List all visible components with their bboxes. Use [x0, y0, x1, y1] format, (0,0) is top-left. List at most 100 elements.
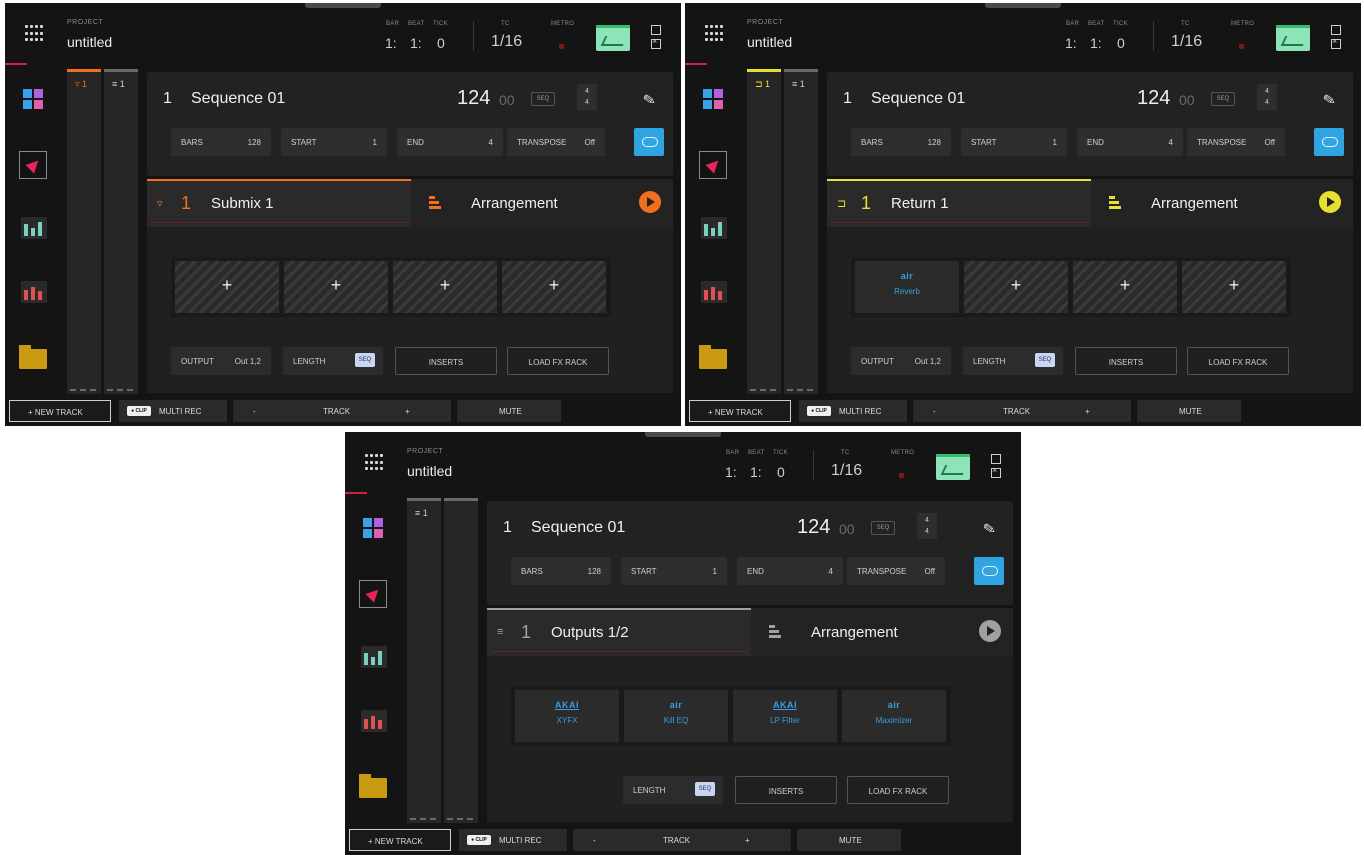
- close-window-icon[interactable]: [991, 465, 1001, 478]
- loop-icon[interactable]: [974, 557, 1004, 585]
- transpose-field[interactable]: TRANSPOSE Off: [847, 557, 945, 585]
- arrangement-header[interactable]: Arrangement: [751, 608, 1013, 656]
- length-selector[interactable]: LENGTH SEQ: [963, 347, 1063, 375]
- metronome-indicator[interactable]: [559, 44, 564, 49]
- tc-value[interactable]: 1/16: [831, 462, 862, 480]
- close-window-icon[interactable]: [1331, 36, 1341, 49]
- close-window-icon[interactable]: [651, 36, 661, 49]
- menu-grid-icon[interactable]: [25, 25, 43, 43]
- grid-view-icon[interactable]: [23, 89, 43, 109]
- time-signature[interactable]: 44: [577, 84, 597, 110]
- arrow-mode-icon[interactable]: [359, 580, 387, 608]
- project-name[interactable]: untitled: [67, 34, 112, 50]
- bar-value[interactable]: 1:: [385, 35, 397, 51]
- beat-value[interactable]: 1:: [750, 464, 762, 480]
- play-icon[interactable]: [1319, 191, 1341, 213]
- load-fx-rack-button[interactable]: LOAD FX RACK: [1187, 347, 1289, 375]
- track-name[interactable]: Submix 1: [211, 195, 274, 212]
- tc-value[interactable]: 1/16: [1171, 33, 1202, 51]
- mixer-icon[interactable]: [701, 217, 727, 239]
- tick-value[interactable]: 0: [437, 35, 445, 51]
- tempo-source-badge[interactable]: SEQ: [1211, 92, 1235, 106]
- tick-value[interactable]: 0: [777, 464, 785, 480]
- multi-rec-button[interactable]: ● CLIP MULTI REC: [459, 829, 567, 851]
- mixer-icon[interactable]: [361, 646, 387, 668]
- sequence-name[interactable]: Sequence 01: [531, 519, 625, 537]
- start-field[interactable]: START 1: [281, 128, 387, 156]
- end-field[interactable]: END 4: [397, 128, 503, 156]
- beat-value[interactable]: 1:: [410, 35, 422, 51]
- fx-slot-empty[interactable]: +: [1073, 261, 1177, 313]
- pencil-icon[interactable]: ✎: [982, 519, 997, 539]
- fx-slot-xyfx[interactable]: AKAI XYFX: [515, 690, 619, 742]
- new-track-button[interactable]: + NEW TRACK: [349, 829, 451, 851]
- loop-icon[interactable]: [634, 128, 664, 156]
- channel-mixer-icon[interactable]: [701, 281, 727, 303]
- arrangement-header[interactable]: Arrangement: [411, 179, 673, 227]
- grid-view-icon[interactable]: [703, 89, 723, 109]
- fx-slot-maximizer[interactable]: air Maximizer: [842, 690, 946, 742]
- bars-field[interactable]: BARS 128: [511, 557, 611, 585]
- arrangement-header[interactable]: Arrangement: [1091, 179, 1353, 227]
- track-header[interactable]: ⊐ 1 Return 1: [827, 179, 1091, 227]
- fx-slot-empty[interactable]: +: [393, 261, 497, 313]
- track-column-2[interactable]: ≡ 1: [784, 69, 818, 394]
- track-name[interactable]: Return 1: [891, 195, 949, 212]
- mute-button[interactable]: MUTE: [1137, 400, 1241, 422]
- top-pull-tab[interactable]: [645, 432, 721, 437]
- window-icon[interactable]: [991, 454, 1001, 464]
- load-fx-rack-button[interactable]: LOAD FX RACK: [507, 347, 609, 375]
- browser-folder-icon[interactable]: [19, 345, 47, 369]
- beat-value[interactable]: 1:: [1090, 35, 1102, 51]
- multi-rec-button[interactable]: ● CLIP MULTI REC: [799, 400, 907, 422]
- fx-slot-empty[interactable]: +: [1182, 261, 1286, 313]
- project-name[interactable]: untitled: [747, 34, 792, 50]
- bar-value[interactable]: 1:: [725, 464, 737, 480]
- tc-value[interactable]: 1/16: [491, 33, 522, 51]
- sequence-name[interactable]: Sequence 01: [191, 90, 285, 108]
- load-fx-rack-button[interactable]: LOAD FX RACK: [847, 776, 949, 804]
- top-pull-tab[interactable]: [305, 3, 381, 8]
- bar-value[interactable]: 1:: [1065, 35, 1077, 51]
- track-header[interactable]: ▿ 1 Submix 1: [147, 179, 411, 227]
- time-signature[interactable]: 44: [917, 513, 937, 539]
- fx-slot-lp-filter[interactable]: AKAI LP Filter: [733, 690, 837, 742]
- automation-icon[interactable]: [596, 25, 630, 51]
- inserts-button[interactable]: INSERTS: [1075, 347, 1177, 375]
- track-select-button[interactable]: - TRACK +: [573, 829, 791, 851]
- browser-folder-icon[interactable]: [699, 345, 727, 369]
- menu-grid-icon[interactable]: [705, 25, 723, 43]
- tempo-value[interactable]: 124: [797, 516, 830, 539]
- new-track-button[interactable]: + NEW TRACK: [689, 400, 791, 422]
- start-field[interactable]: START 1: [621, 557, 727, 585]
- track-name[interactable]: Outputs 1/2: [551, 624, 629, 641]
- multi-rec-button[interactable]: ● CLIP MULTI REC: [119, 400, 227, 422]
- fx-slot-empty[interactable]: +: [284, 261, 388, 313]
- arrow-mode-icon[interactable]: [699, 151, 727, 179]
- pencil-icon[interactable]: ✎: [642, 90, 657, 110]
- play-icon[interactable]: [979, 620, 1001, 642]
- browser-folder-icon[interactable]: [359, 774, 387, 798]
- project-name[interactable]: untitled: [407, 463, 452, 479]
- tempo-source-badge[interactable]: SEQ: [531, 92, 555, 106]
- play-icon[interactable]: [639, 191, 661, 213]
- track-select-button[interactable]: - TRACK +: [913, 400, 1131, 422]
- fx-slot-empty[interactable]: +: [175, 261, 279, 313]
- tempo-value[interactable]: 124: [457, 87, 490, 110]
- mute-button[interactable]: MUTE: [797, 829, 901, 851]
- pencil-icon[interactable]: ✎: [1322, 90, 1337, 110]
- mixer-icon[interactable]: [21, 217, 47, 239]
- transpose-field[interactable]: TRANSPOSE Off: [1187, 128, 1285, 156]
- automation-icon[interactable]: [936, 454, 970, 480]
- top-pull-tab[interactable]: [985, 3, 1061, 8]
- length-selector[interactable]: LENGTH SEQ: [283, 347, 383, 375]
- tick-value[interactable]: 0: [1117, 35, 1125, 51]
- length-selector[interactable]: LENGTH SEQ: [623, 776, 723, 804]
- bars-field[interactable]: BARS 128: [171, 128, 271, 156]
- new-track-button[interactable]: + NEW TRACK: [9, 400, 111, 422]
- fx-slot-empty[interactable]: +: [964, 261, 1068, 313]
- tempo-decimal[interactable]: 00: [839, 521, 855, 537]
- fx-slot-reverb[interactable]: air Reverb: [855, 261, 959, 313]
- end-field[interactable]: END 4: [1077, 128, 1183, 156]
- tempo-value[interactable]: 124: [1137, 87, 1170, 110]
